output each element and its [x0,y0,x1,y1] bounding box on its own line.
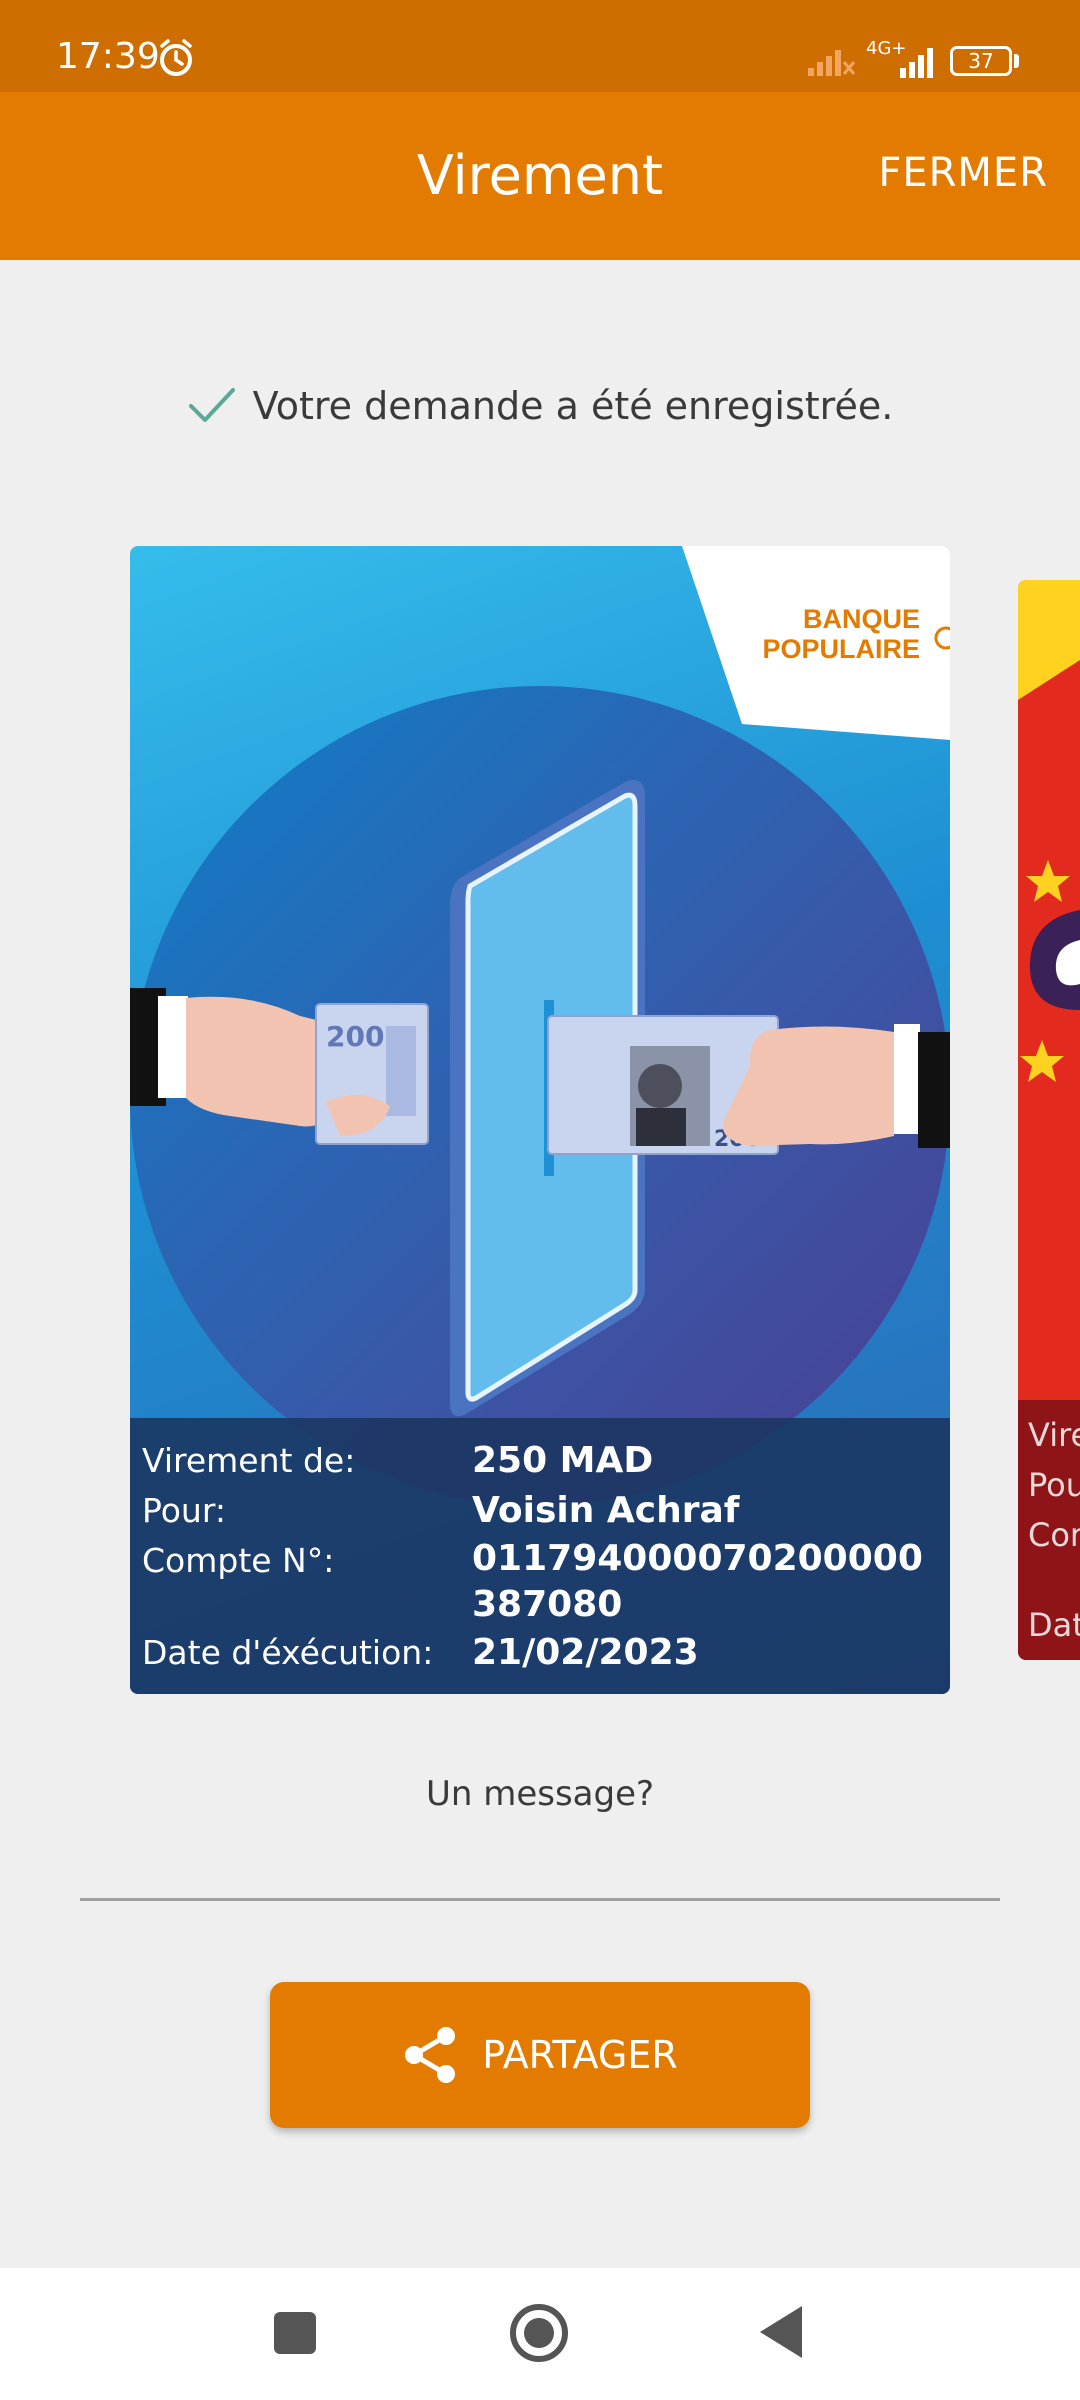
detail-label: Pour: [142,1491,226,1530]
detail-row-amount: Virement de: 250 MAD [142,1436,936,1486]
signal-icon-sim1 [808,50,856,76]
detail-value: 011794000070200000387080 [472,1538,923,1625]
detail-row-date: Date d'éxécution: 21/02/2023 [142,1628,936,1678]
next-card-text: Cor [1028,1516,1080,1554]
share-label: PARTAGER [482,2033,678,2077]
detail-value: Voisin Achraf [472,1490,740,1531]
right-hand-illustration: 200 [547,1015,950,1155]
share-button[interactable]: PARTAGER [270,1982,810,2128]
brand-line-2: POPULAIRE [762,634,920,664]
transfer-card[interactable]: BANQUE POPULAIRE 200 200 [130,546,950,1694]
next-transfer-card[interactable]: Vire Pou Cor Dat [1018,580,1080,1660]
battery-tip [1014,54,1019,68]
system-nav-bar [0,2268,1080,2400]
transfer-details: Virement de: 250 MAD Pour: Voisin Achraf… [130,1418,950,1694]
app-bar: Virement FERMER [0,92,1080,260]
recents-button[interactable] [274,2312,316,2354]
message-input[interactable] [80,1830,1000,1894]
signal-icon-sim2 [900,48,933,78]
detail-row-account: Compte N°: 011794000070200000387080 [142,1536,936,1628]
check-icon [188,388,235,422]
home-button-dot [524,2318,554,2348]
close-button[interactable]: FERMER [878,150,1048,196]
detail-value: 21/02/2023 [472,1632,699,1673]
next-card-illustration [1018,580,1080,1400]
status-bar: 17:39 4G+ 37 [0,0,1080,92]
battery-icon: 37 [950,46,1012,76]
detail-value: 250 MAD [472,1440,654,1481]
confirmation-message: Votre demande a été enregistrée. [0,378,1080,434]
brand-line-1: BANQUE [803,604,920,634]
status-time: 17:39 [56,36,160,77]
next-card-text: Dat [1028,1606,1080,1644]
detail-label: Date d'éxécution: [142,1633,434,1672]
share-icon [405,2027,456,2083]
detail-label: Virement de: [142,1441,356,1480]
alarm-icon [160,39,192,76]
detail-row-beneficiary: Pour: Voisin Achraf [142,1486,936,1536]
message-label: Un message? [425,1774,655,1814]
next-card-text: Pou [1028,1466,1080,1504]
back-button[interactable] [760,2306,802,2358]
next-card-text: Vire [1028,1416,1080,1454]
detail-label: Compte N°: [142,1541,335,1580]
note-left-value: 200 [326,1020,384,1053]
confirmation-text: Votre demande a été enregistrée. [252,384,894,428]
message-underline [80,1898,1000,1901]
